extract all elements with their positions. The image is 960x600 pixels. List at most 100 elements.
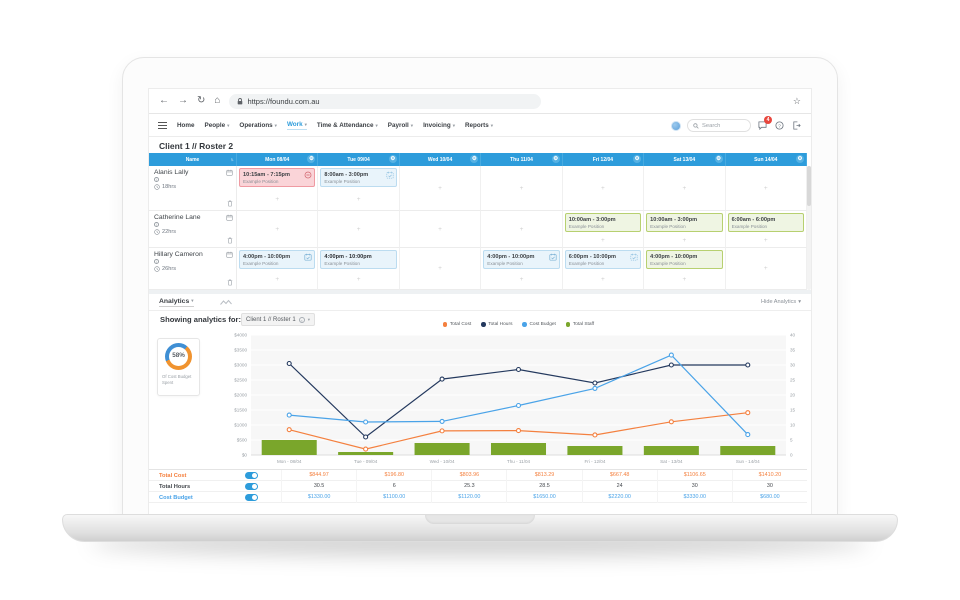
legend-item-total-hours[interactable]: Total Hours bbox=[481, 322, 512, 327]
series-toggle[interactable] bbox=[245, 494, 258, 501]
budget-percent: 58% bbox=[172, 352, 185, 359]
gear-icon[interactable]: ⚙ bbox=[551, 155, 560, 164]
calendar-icon[interactable] bbox=[226, 169, 233, 176]
shift-card[interactable]: 10:00am - 3:00pm Example Position bbox=[646, 213, 723, 232]
employee-name[interactable]: Catherine Lane bbox=[154, 214, 233, 221]
employee-name[interactable]: Hillary Cameron bbox=[154, 251, 233, 258]
gear-icon[interactable]: ⚙ bbox=[796, 155, 804, 164]
hide-analytics-button[interactable]: Hide Analytics ▾ bbox=[761, 299, 801, 305]
add-shift-button[interactable]: + bbox=[563, 166, 643, 210]
trash-icon[interactable] bbox=[227, 200, 233, 207]
employee-name[interactable]: Alanis Lally bbox=[154, 169, 233, 176]
shift-card[interactable]: 10:00am - 3:00pm Example Position bbox=[564, 213, 642, 232]
add-shift-button[interactable]: + bbox=[237, 271, 317, 290]
roster-column-day: Sun 14/04 ⚙ bbox=[725, 153, 807, 166]
shift-card[interactable]: 4:00pm - 10:00pm Example Position bbox=[646, 250, 723, 269]
shift-card[interactable]: 4:00pm - 10:00pm Example Position bbox=[483, 250, 560, 269]
back-icon[interactable]: ← bbox=[159, 96, 169, 106]
trash-icon[interactable] bbox=[227, 237, 233, 244]
summary-value: $844.97 bbox=[281, 470, 356, 481]
column-label: Name bbox=[185, 156, 200, 163]
avatar[interactable] bbox=[671, 120, 681, 131]
shift-card[interactable]: 4:00pm - 10:00pm Example Position bbox=[320, 250, 397, 269]
column-label: Thu 11/04 bbox=[510, 156, 533, 163]
shift-card[interactable]: 8:00am - 3:00pm Example Position bbox=[320, 168, 397, 187]
roster-scrollbar[interactable] bbox=[807, 166, 811, 290]
clock-icon bbox=[154, 184, 160, 190]
svg-text:Fri - 12/04: Fri - 12/04 bbox=[584, 459, 605, 464]
reload-icon[interactable]: ↻ bbox=[197, 96, 205, 106]
gear-icon[interactable]: ⚙ bbox=[714, 155, 723, 164]
nav-item-time-attendance[interactable]: Time & Attendance ▾ bbox=[317, 122, 378, 129]
shift-card[interactable]: 10:15am - 7:15pm Example Position bbox=[239, 168, 316, 187]
search-input[interactable]: Search bbox=[687, 119, 751, 132]
shift-card[interactable]: 4:00pm - 10:00pm Example Position bbox=[239, 250, 316, 269]
gear-icon[interactable]: ⚙ bbox=[388, 155, 397, 164]
calendar-icon[interactable] bbox=[226, 214, 233, 221]
series-toggle[interactable] bbox=[245, 483, 258, 490]
gear-icon[interactable]: ⚙ bbox=[470, 155, 479, 164]
shift-position: Example Position bbox=[324, 178, 360, 184]
calendar-check-icon[interactable] bbox=[304, 253, 312, 261]
forward-icon[interactable]: → bbox=[178, 96, 188, 106]
legend-item-cost-budget[interactable]: Cost Budget bbox=[522, 322, 556, 327]
nav-item-label: Home bbox=[177, 122, 195, 129]
info-icon[interactable]: i bbox=[154, 259, 159, 264]
legend-label: Total Cost bbox=[449, 322, 472, 327]
bookmark-star-icon[interactable]: ☆ bbox=[793, 96, 801, 107]
legend-dot bbox=[442, 322, 448, 327]
add-shift-button[interactable]: + bbox=[481, 166, 561, 210]
shift-cell: 4:00pm - 10:00pm Example Position + bbox=[237, 248, 319, 290]
nav-item-reports[interactable]: Reports ▾ bbox=[465, 122, 493, 129]
logout-button[interactable] bbox=[791, 120, 802, 131]
add-shift-button[interactable]: + bbox=[400, 166, 480, 210]
address-bar[interactable]: https://foundu.com.au bbox=[229, 93, 542, 109]
calendar-check-icon[interactable] bbox=[386, 171, 394, 179]
add-shift-button[interactable]: + bbox=[481, 211, 561, 247]
series-toggle[interactable] bbox=[245, 472, 258, 479]
add-shift-button[interactable]: + bbox=[237, 189, 317, 211]
legend-item-total-staff[interactable]: Total Staff bbox=[565, 322, 594, 327]
trash-icon[interactable] bbox=[227, 279, 233, 286]
add-shift-button[interactable]: + bbox=[481, 271, 561, 290]
legend-item-total-cost[interactable]: Total Cost bbox=[442, 322, 472, 327]
calendar-check-icon[interactable] bbox=[549, 253, 557, 261]
nav-item-work[interactable]: Work ▾ bbox=[286, 121, 307, 130]
menu-icon[interactable] bbox=[158, 122, 167, 129]
home-icon[interactable]: ⌂ bbox=[214, 96, 220, 106]
shift-card[interactable]: 6:00pm - 10:00pm Example Position bbox=[564, 250, 642, 269]
shift-time: 6:00am - 6:00pm bbox=[731, 216, 776, 223]
shift-card[interactable]: 6:00am - 6:00pm Example Position bbox=[727, 213, 804, 232]
info-icon[interactable]: i bbox=[154, 222, 159, 227]
add-shift-button[interactable]: + bbox=[318, 189, 398, 211]
nav-item-operations[interactable]: Operations ▾ bbox=[239, 122, 277, 129]
add-shift-button[interactable]: + bbox=[726, 166, 806, 210]
add-shift-button[interactable]: + bbox=[563, 234, 643, 248]
gear-icon[interactable]: ⚙ bbox=[633, 155, 642, 164]
info-icon[interactable]: i bbox=[154, 177, 159, 182]
add-shift-button[interactable]: + bbox=[644, 166, 724, 210]
add-shift-button[interactable]: + bbox=[318, 211, 398, 247]
add-shift-button[interactable]: + bbox=[318, 271, 398, 290]
nav-item-invoicing[interactable]: Invoicing ▾ bbox=[423, 122, 455, 129]
nav-item-home[interactable]: Home bbox=[177, 122, 195, 129]
add-shift-button[interactable]: + bbox=[400, 211, 480, 247]
add-shift-button[interactable]: + bbox=[644, 271, 724, 290]
tab-analytics[interactable]: Analytics ▾ bbox=[159, 298, 194, 307]
add-shift-button[interactable]: + bbox=[644, 234, 724, 248]
add-shift-button[interactable]: + bbox=[726, 248, 806, 289]
notifications-button[interactable]: 4 bbox=[757, 116, 772, 131]
calendar-icon[interactable] bbox=[226, 251, 233, 258]
minus-circle-icon[interactable] bbox=[304, 171, 312, 179]
add-shift-button[interactable]: + bbox=[726, 234, 806, 248]
shift-cell: 4:00pm - 10:00pm Example Position + bbox=[318, 248, 400, 290]
help-button[interactable]: ? bbox=[774, 120, 785, 131]
calendar-check-icon[interactable] bbox=[630, 253, 638, 261]
nav-item-payroll[interactable]: Payroll ▾ bbox=[388, 122, 413, 129]
sort-icon[interactable]: ↑↓ bbox=[231, 157, 234, 162]
gear-icon[interactable]: ⚙ bbox=[307, 155, 316, 164]
nav-item-people[interactable]: People ▾ bbox=[205, 122, 230, 129]
add-shift-button[interactable]: + bbox=[400, 248, 480, 289]
add-shift-button[interactable]: + bbox=[237, 211, 317, 247]
add-shift-button[interactable]: + bbox=[563, 271, 643, 290]
